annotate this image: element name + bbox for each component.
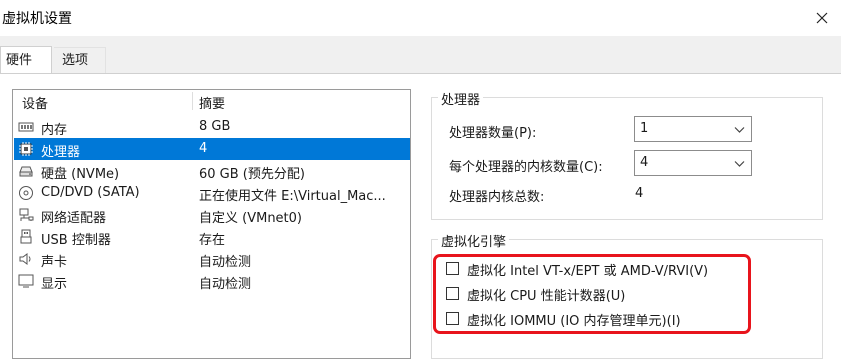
close-icon xyxy=(816,12,828,24)
checkbox-label: 虚拟化 Intel VT-x/EPT 或 AMD-V/RVI(V) xyxy=(467,264,709,279)
device-row-usb[interactable]: USB 控制器 存在 xyxy=(14,226,410,248)
total-cores-value: 4 xyxy=(635,186,644,201)
processors-group: 处理器 处理器数量(P): 1 每个处理器的内核数量(C): 4 处理器内核总数… xyxy=(431,89,823,220)
title-bar: 虚拟机设置 xyxy=(0,0,841,36)
device-name: 声卡 xyxy=(41,255,68,270)
device-name: CD/DVD (SATA) xyxy=(41,185,140,200)
device-name: 处理器 xyxy=(41,145,81,160)
device-summary: 60 GB (预先分配) xyxy=(199,167,305,182)
device-name: 硬盘 (NVMe) xyxy=(41,167,120,182)
checkbox-virtualize-vtx[interactable] xyxy=(446,262,459,275)
device-summary: 自动检测 xyxy=(199,255,252,270)
processor-count-select[interactable]: 1 xyxy=(634,116,752,142)
device-list-header: 设备 摘要 xyxy=(13,90,410,112)
device-row-processor[interactable]: 处理器 4 xyxy=(14,138,410,160)
chevron-down-icon xyxy=(734,124,745,135)
cores-per-processor-value: 4 xyxy=(640,155,649,170)
processors-group-title: 处理器 xyxy=(438,89,484,108)
network-adapter-icon xyxy=(18,207,34,223)
device-row-memory[interactable]: 内存 8 GB xyxy=(14,116,410,138)
column-header-device[interactable]: 设备 xyxy=(22,93,48,112)
device-summary: 8 GB xyxy=(199,119,231,134)
chevron-down-icon xyxy=(734,158,745,169)
tab-hardware[interactable]: 硬件 xyxy=(0,46,52,74)
cd-dvd-icon xyxy=(18,185,34,201)
device-summary: 自定义 (VMnet0) xyxy=(199,211,302,226)
memory-icon xyxy=(18,119,34,135)
checkbox-label: 虚拟化 CPU 性能计数器(U) xyxy=(467,289,626,304)
cores-per-processor-label: 每个处理器的内核数量(C): xyxy=(449,160,603,175)
checkbox-label: 虚拟化 IOMMU (IO 内存管理单元)(I) xyxy=(467,314,681,329)
device-row-display[interactable]: 显示 自动检测 xyxy=(14,270,410,292)
close-button[interactable] xyxy=(809,6,835,30)
device-row-sound-card[interactable]: 声卡 自动检测 xyxy=(14,248,410,270)
device-summary: 存在 xyxy=(199,233,226,248)
device-row-network-adapter[interactable]: 网络适配器 自定义 (VMnet0) xyxy=(14,204,410,226)
total-cores-label: 处理器内核总数: xyxy=(449,190,545,205)
checkbox-virtualize-cpu-counters[interactable] xyxy=(446,287,459,300)
device-name: USB 控制器 xyxy=(41,233,111,248)
column-header-summary[interactable]: 摘要 xyxy=(199,93,225,112)
window-title: 虚拟机设置 xyxy=(2,11,72,27)
column-separator xyxy=(192,92,193,110)
device-summary: 自动检测 xyxy=(199,277,252,292)
device-name: 内存 xyxy=(41,123,68,138)
device-list: 设备 摘要 内存 8 GB 处理器 4 硬盘 (NVMe) 60 GB (预先分… xyxy=(12,89,411,359)
device-row-hard-disk[interactable]: 硬盘 (NVMe) 60 GB (预先分配) xyxy=(14,160,410,182)
usb-icon xyxy=(18,229,34,245)
device-name: 显示 xyxy=(41,277,68,292)
device-name: 网络适配器 xyxy=(41,211,107,226)
processor-icon xyxy=(18,141,34,157)
hard-disk-icon xyxy=(18,163,34,179)
cores-per-processor-select[interactable]: 4 xyxy=(634,150,752,176)
display-icon xyxy=(18,273,34,289)
sound-card-icon xyxy=(18,251,34,267)
device-summary: 4 xyxy=(199,141,208,156)
processor-count-label: 处理器数量(P): xyxy=(449,126,537,141)
device-summary: 正在使用文件 E:\Virtual_Mac... xyxy=(199,189,386,204)
virtualization-group-title: 虚拟化引擎 xyxy=(438,231,510,250)
processor-count-value: 1 xyxy=(640,121,649,136)
device-row-cd-dvd[interactable]: CD/DVD (SATA) 正在使用文件 E:\Virtual_Mac... xyxy=(14,182,410,204)
checkbox-virtualize-iommu[interactable] xyxy=(446,312,459,325)
tab-options[interactable]: 选项 xyxy=(54,47,106,73)
